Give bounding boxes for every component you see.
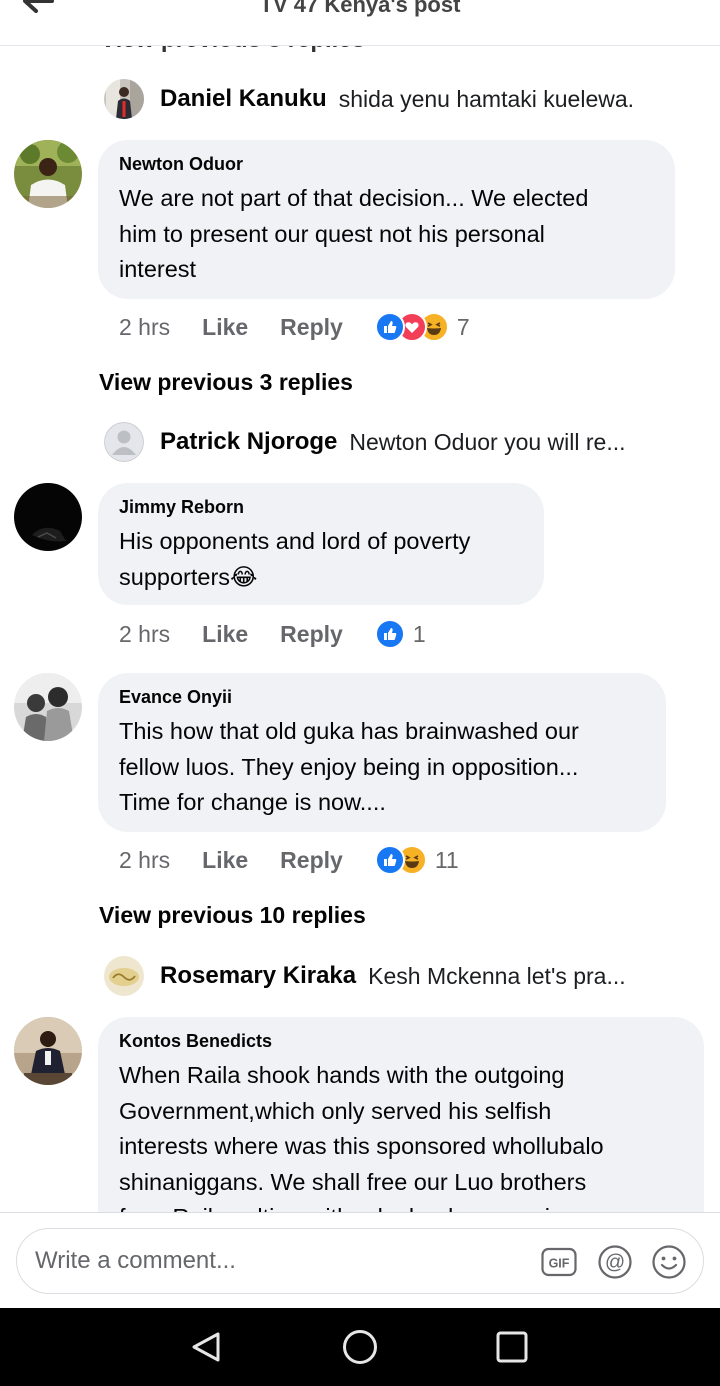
- reply-button[interactable]: Reply: [280, 314, 343, 341]
- timestamp[interactable]: 2 hrs: [119, 314, 170, 341]
- reply-author[interactable]: Patrick Njoroge: [160, 428, 337, 456]
- emoji-icon[interactable]: [651, 1244, 687, 1280]
- reaction-count[interactable]: 11: [435, 847, 459, 874]
- like-button[interactable]: Like: [202, 847, 248, 874]
- reply-preview-daniel-kanuku[interactable]: Daniel Kanuku shida yenu hamtaki kuelewa…: [104, 79, 634, 119]
- reply-author[interactable]: Daniel Kanuku: [160, 85, 327, 113]
- comment-bubble[interactable]: Kontos Benedicts When Raila shook hands …: [98, 1017, 704, 1212]
- timestamp[interactable]: 2 hrs: [119, 847, 170, 874]
- view-previous-replies-link[interactable]: View previous 10 replies: [99, 902, 366, 929]
- reply-preview-patrick-njoroge[interactable]: Patrick Njoroge Newton Oduor you will re…: [104, 422, 626, 462]
- comment-input[interactable]: [35, 1243, 515, 1279]
- comment-author[interactable]: Jimmy Reborn: [119, 497, 522, 518]
- like-reaction-icon: [374, 312, 405, 342]
- svg-text:@: @: [605, 1252, 625, 1274]
- avatar[interactable]: [14, 1017, 82, 1085]
- reply-text: shida yenu hamtaki kuelewa.: [338, 85, 635, 112]
- reply-author[interactable]: Rosemary Kiraka: [160, 962, 356, 990]
- like-button[interactable]: Like: [202, 314, 248, 341]
- reaction-count[interactable]: 7: [457, 314, 470, 341]
- comment-bubble[interactable]: Jimmy Reborn His opponents and lord of p…: [98, 483, 544, 605]
- default-avatar-icon[interactable]: [104, 422, 144, 462]
- comment-bubble[interactable]: Newton Oduor We are not part of that dec…: [98, 140, 675, 299]
- reaction-count[interactable]: 1: [413, 621, 426, 648]
- app-header: TV 47 Kenya's post: [0, 0, 720, 46]
- like-reaction-icon: [374, 619, 405, 649]
- comment-text: We are not part of that decision... We e…: [119, 185, 589, 282]
- comment-author[interactable]: Newton Oduor: [119, 154, 653, 175]
- svg-text:GIF: GIF: [549, 1257, 570, 1271]
- reactions-summary[interactable]: [374, 312, 449, 342]
- comment-text: When Raila shook hands with the outgoing…: [119, 1062, 604, 1212]
- comment-actions: 2 hrs Like Reply 1: [119, 616, 426, 652]
- reply-button[interactable]: Reply: [280, 621, 343, 648]
- tears-of-joy-emoji: 😂: [230, 563, 258, 590]
- avatar[interactable]: [14, 483, 82, 551]
- mention-icon[interactable]: @: [597, 1244, 633, 1280]
- like-reaction-icon: [374, 845, 405, 875]
- system-navigation-bar: [0, 1308, 720, 1386]
- comments-feed: View previous 3 replies Daniel Kanuku sh…: [0, 0, 720, 1212]
- comment-actions: 2 hrs Like Reply 7: [119, 309, 470, 345]
- gif-icon[interactable]: GIF: [541, 1244, 577, 1280]
- avatar[interactable]: [14, 673, 82, 741]
- back-triangle-icon[interactable]: [186, 1327, 226, 1367]
- avatar[interactable]: [14, 140, 82, 208]
- comment-input-container[interactable]: GIF @: [16, 1228, 704, 1294]
- comment-author[interactable]: Kontos Benedicts: [119, 1031, 682, 1052]
- like-button[interactable]: Like: [202, 621, 248, 648]
- comment-composer: GIF @: [0, 1212, 720, 1308]
- view-previous-replies-link[interactable]: View previous 3 replies: [99, 369, 353, 396]
- comment-text: This how that old guka has brainwashed o…: [119, 718, 579, 815]
- reply-text: Kesh Mckenna let's pra...: [368, 962, 626, 989]
- reactions-summary[interactable]: [374, 845, 427, 875]
- avatar[interactable]: [104, 956, 144, 996]
- timestamp[interactable]: 2 hrs: [119, 621, 170, 648]
- reply-preview-rosemary-kiraka[interactable]: Rosemary Kiraka Kesh Mckenna let's pra..…: [104, 956, 626, 996]
- recents-square-icon[interactable]: [492, 1327, 532, 1367]
- avatar[interactable]: [104, 79, 144, 119]
- comment-bubble[interactable]: Evance Onyii This how that old guka has …: [98, 673, 666, 832]
- page-title: TV 47 Kenya's post: [259, 0, 461, 17]
- reply-text: Newton Oduor you will re...: [349, 428, 626, 455]
- comment-actions: 2 hrs Like Reply 11: [119, 842, 459, 878]
- comment-text: His opponents and lord of poverty suppor…: [119, 528, 471, 590]
- home-circle-icon[interactable]: [340, 1327, 380, 1367]
- reactions-summary[interactable]: [374, 619, 405, 649]
- reply-button[interactable]: Reply: [280, 847, 343, 874]
- comment-author[interactable]: Evance Onyii: [119, 687, 644, 708]
